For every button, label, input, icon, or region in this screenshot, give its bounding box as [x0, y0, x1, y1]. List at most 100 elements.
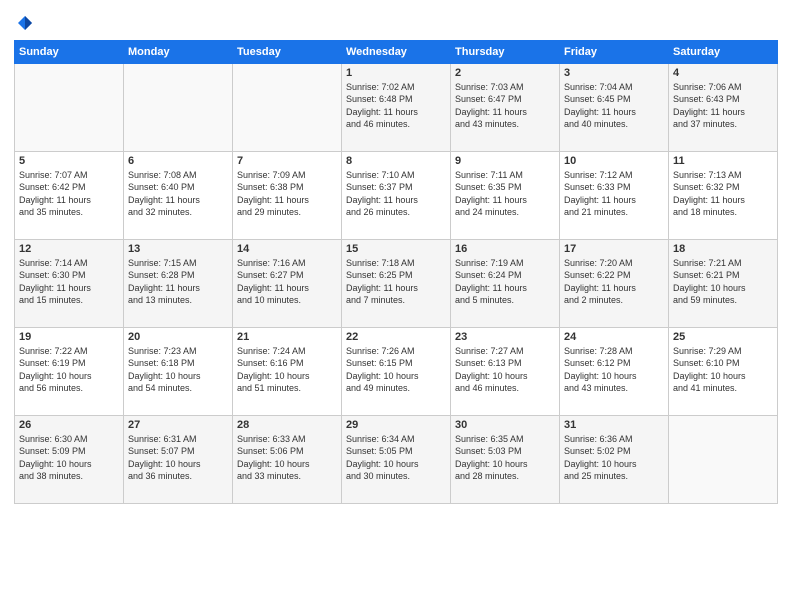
calendar-cell: 14Sunrise: 7:16 AM Sunset: 6:27 PM Dayli…: [233, 239, 342, 327]
day-number: 31: [564, 419, 664, 431]
calendar-cell: 27 Sunrise: 6:31 AM Sunset: 5:07 PM Dayli…: [124, 415, 233, 503]
day-info: Sunrise: 7:13 AM Sunset: 6:32 PM Dayligh…: [673, 169, 773, 219]
day-number: 26: [19, 419, 119, 431]
day-number: 12: [19, 243, 119, 255]
day-number: 10: [564, 155, 664, 167]
day-number: 16: [455, 243, 555, 255]
weekday-header-tuesday: Tuesday: [233, 40, 342, 63]
calendar-header-row: SundayMondayTuesdayWednesdayThursdayFrid…: [15, 40, 778, 63]
day-info: Sunrise: 7:15 AM Sunset: 6:28 PM Dayligh…: [128, 257, 228, 307]
day-number: 25: [673, 331, 773, 343]
weekday-header-sunday: Sunday: [15, 40, 124, 63]
calendar-cell: 2 Sunrise: 7:03 AM Sunset: 6:47 PM Daylig…: [451, 63, 560, 151]
day-info: Sunrise: 7:14 AM Sunset: 6:30 PM Dayligh…: [19, 257, 119, 307]
day-number: 5: [19, 155, 119, 167]
calendar-cell: 1 Sunrise: 7:02 AM Sunset: 6:48 PM Daylig…: [342, 63, 451, 151]
day-info: Sunrise: 6:34 AM Sunset: 5:05 PM Dayligh…: [346, 433, 446, 483]
calendar-cell: 17 Sunrise: 7:20 AM Sunset: 6:22 PM Dayli…: [560, 239, 669, 327]
day-number: 27: [128, 419, 228, 431]
day-number: 18: [673, 243, 773, 255]
weekday-header-thursday: Thursday: [451, 40, 560, 63]
day-info: Sunrise: 7:23 AM Sunset: 6:18 PM Dayligh…: [128, 345, 228, 395]
day-info: Sunrise: 7:11 AM Sunset: 6:35 PM Dayligh…: [455, 169, 555, 219]
header: [14, 10, 778, 36]
day-info: Sunrise: 7:10 AM Sunset: 6:37 PM Dayligh…: [346, 169, 446, 219]
day-info: Sunrise: 6:31 AM Sunset: 5:07 PM Dayligh…: [128, 433, 228, 483]
day-number: 17: [564, 243, 664, 255]
day-info: Sunrise: 7:03 AM Sunset: 6:47 PM Dayligh…: [455, 81, 555, 131]
calendar-cell: 20 Sunrise: 7:23 AM Sunset: 6:18 PM Dayli…: [124, 327, 233, 415]
calendar-cell: [15, 63, 124, 151]
day-info: Sunrise: 7:21 AM Sunset: 6:21 PM Dayligh…: [673, 257, 773, 307]
calendar-cell: 4Sunrise: 7:06 AM Sunset: 6:43 PM Daylig…: [669, 63, 778, 151]
calendar-cell: 11 Sunrise: 7:13 AM Sunset: 6:32 PM Dayli…: [669, 151, 778, 239]
day-number: 8: [346, 155, 446, 167]
day-number: 14: [237, 243, 337, 255]
calendar-cell: 31 Sunrise: 6:36 AM Sunset: 5:02 PM Dayli…: [560, 415, 669, 503]
calendar-cell: 15 Sunrise: 7:18 AM Sunset: 6:25 PM Dayli…: [342, 239, 451, 327]
weekday-header-wednesday: Wednesday: [342, 40, 451, 63]
day-info: Sunrise: 7:20 AM Sunset: 6:22 PM Dayligh…: [564, 257, 664, 307]
day-number: 1: [346, 67, 446, 79]
calendar-table: SundayMondayTuesdayWednesdayThursdayFrid…: [14, 40, 778, 504]
day-info: Sunrise: 7:02 AM Sunset: 6:48 PM Dayligh…: [346, 81, 446, 131]
calendar-cell: 9 Sunrise: 7:11 AM Sunset: 6:35 PM Daylig…: [451, 151, 560, 239]
day-number: 30: [455, 419, 555, 431]
day-info: Sunrise: 7:07 AM Sunset: 6:42 PM Dayligh…: [19, 169, 119, 219]
calendar-cell: 5 Sunrise: 7:07 AM Sunset: 6:42 PM Daylig…: [15, 151, 124, 239]
weekday-header-friday: Friday: [560, 40, 669, 63]
calendar-cell: 23 Sunrise: 7:27 AM Sunset: 6:13 PM Dayli…: [451, 327, 560, 415]
calendar-cell: 25 Sunrise: 7:29 AM Sunset: 6:10 PM Dayli…: [669, 327, 778, 415]
day-number: 15: [346, 243, 446, 255]
calendar-cell: 30 Sunrise: 6:35 AM Sunset: 5:03 PM Dayli…: [451, 415, 560, 503]
day-number: 20: [128, 331, 228, 343]
calendar-cell: 28Sunrise: 6:33 AM Sunset: 5:06 PM Dayli…: [233, 415, 342, 503]
day-number: 2: [455, 67, 555, 79]
day-info: Sunrise: 7:22 AM Sunset: 6:19 PM Dayligh…: [19, 345, 119, 395]
calendar-week-2: 5 Sunrise: 7:07 AM Sunset: 6:42 PM Daylig…: [15, 151, 778, 239]
day-number: 23: [455, 331, 555, 343]
day-number: 21: [237, 331, 337, 343]
day-info: Sunrise: 6:36 AM Sunset: 5:02 PM Dayligh…: [564, 433, 664, 483]
calendar-cell: 7 Sunrise: 7:09 AM Sunset: 6:38 PM Daylig…: [233, 151, 342, 239]
day-info: Sunrise: 6:30 AM Sunset: 5:09 PM Dayligh…: [19, 433, 119, 483]
calendar-week-3: 12 Sunrise: 7:14 AM Sunset: 6:30 PM Dayli…: [15, 239, 778, 327]
day-info: Sunrise: 7:06 AM Sunset: 6:43 PM Dayligh…: [673, 81, 773, 131]
day-info: Sunrise: 7:27 AM Sunset: 6:13 PM Dayligh…: [455, 345, 555, 395]
calendar-cell: [233, 63, 342, 151]
day-info: Sunrise: 7:08 AM Sunset: 6:40 PM Dayligh…: [128, 169, 228, 219]
calendar-cell: 16 Sunrise: 7:19 AM Sunset: 6:24 PM Dayli…: [451, 239, 560, 327]
calendar-cell: 6 Sunrise: 7:08 AM Sunset: 6:40 PM Daylig…: [124, 151, 233, 239]
day-info: Sunrise: 6:35 AM Sunset: 5:03 PM Dayligh…: [455, 433, 555, 483]
calendar-week-5: 26 Sunrise: 6:30 AM Sunset: 5:09 PM Dayli…: [15, 415, 778, 503]
page: SundayMondayTuesdayWednesdayThursdayFrid…: [0, 0, 792, 612]
calendar-cell: 19Sunrise: 7:22 AM Sunset: 6:19 PM Dayli…: [15, 327, 124, 415]
day-info: Sunrise: 6:33 AM Sunset: 5:06 PM Dayligh…: [237, 433, 337, 483]
calendar-week-4: 19Sunrise: 7:22 AM Sunset: 6:19 PM Dayli…: [15, 327, 778, 415]
day-number: 9: [455, 155, 555, 167]
weekday-header-saturday: Saturday: [669, 40, 778, 63]
logo-text: [14, 14, 34, 36]
calendar-week-1: 1 Sunrise: 7:02 AM Sunset: 6:48 PM Daylig…: [15, 63, 778, 151]
day-info: Sunrise: 7:28 AM Sunset: 6:12 PM Dayligh…: [564, 345, 664, 395]
calendar-cell: 18 Sunrise: 7:21 AM Sunset: 6:21 PM Dayli…: [669, 239, 778, 327]
day-number: 6: [128, 155, 228, 167]
day-number: 11: [673, 155, 773, 167]
day-info: Sunrise: 7:04 AM Sunset: 6:45 PM Dayligh…: [564, 81, 664, 131]
logo: [14, 14, 34, 36]
day-info: Sunrise: 7:29 AM Sunset: 6:10 PM Dayligh…: [673, 345, 773, 395]
day-info: Sunrise: 7:24 AM Sunset: 6:16 PM Dayligh…: [237, 345, 337, 395]
day-info: Sunrise: 7:09 AM Sunset: 6:38 PM Dayligh…: [237, 169, 337, 219]
calendar-cell: 8 Sunrise: 7:10 AM Sunset: 6:37 PM Daylig…: [342, 151, 451, 239]
calendar-cell: 3Sunrise: 7:04 AM Sunset: 6:45 PM Daylig…: [560, 63, 669, 151]
day-number: 22: [346, 331, 446, 343]
calendar-cell: 22 Sunrise: 7:26 AM Sunset: 6:15 PM Dayli…: [342, 327, 451, 415]
day-info: Sunrise: 7:19 AM Sunset: 6:24 PM Dayligh…: [455, 257, 555, 307]
day-info: Sunrise: 7:26 AM Sunset: 6:15 PM Dayligh…: [346, 345, 446, 395]
day-number: 7: [237, 155, 337, 167]
day-info: Sunrise: 7:12 AM Sunset: 6:33 PM Dayligh…: [564, 169, 664, 219]
day-number: 29: [346, 419, 446, 431]
day-info: Sunrise: 7:18 AM Sunset: 6:25 PM Dayligh…: [346, 257, 446, 307]
calendar-cell: 13Sunrise: 7:15 AM Sunset: 6:28 PM Dayli…: [124, 239, 233, 327]
calendar-cell: [124, 63, 233, 151]
